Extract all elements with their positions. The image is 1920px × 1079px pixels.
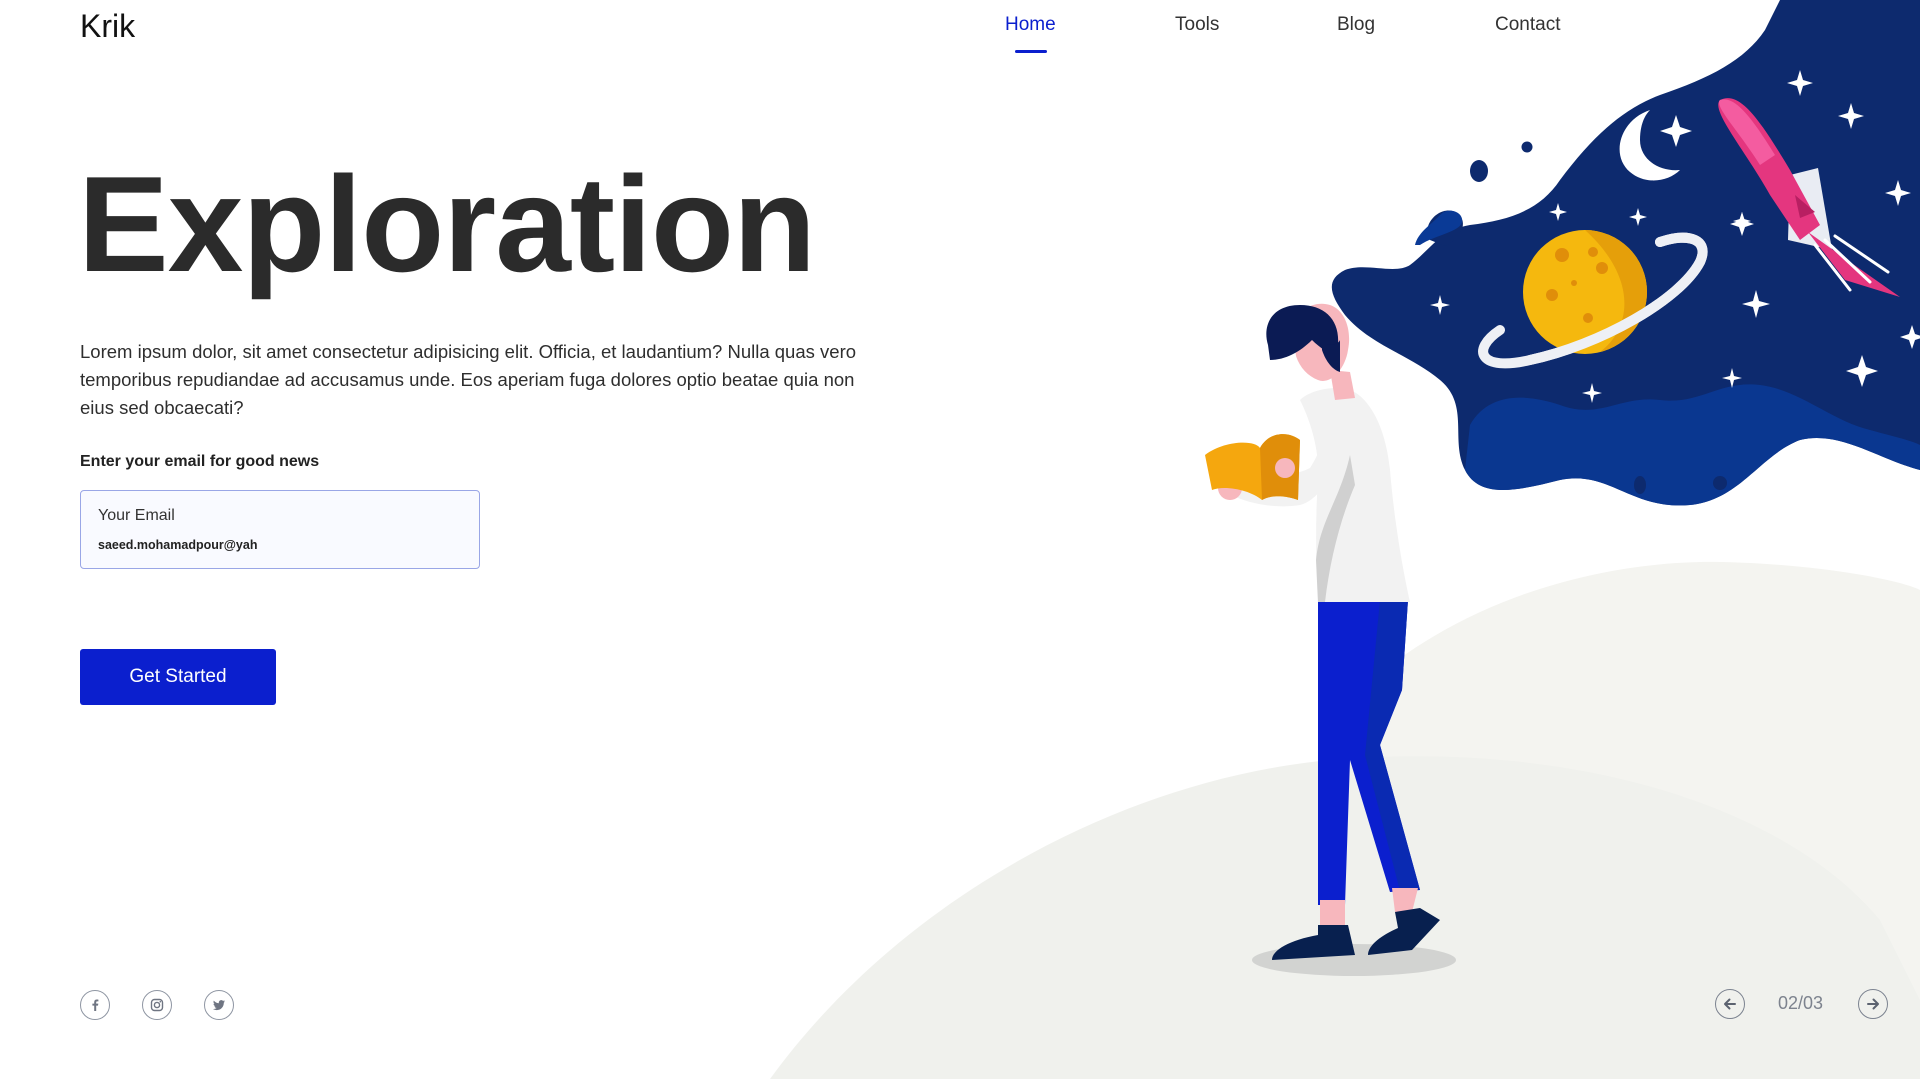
arrow-right-icon	[1867, 998, 1879, 1010]
reading-person	[1205, 303, 1456, 976]
nav-contact[interactable]: Contact	[1495, 14, 1560, 36]
hero-description: Lorem ipsum dolor, sit amet consectetur …	[80, 341, 857, 418]
get-started-button[interactable]: Get Started	[80, 649, 276, 705]
facebook-icon	[92, 999, 99, 1011]
email-input[interactable]	[98, 535, 458, 555]
twitter-icon	[213, 1000, 225, 1011]
instagram-link[interactable]	[142, 990, 172, 1020]
email-prompt: Enter your email for good news	[80, 453, 320, 470]
instagram-icon	[150, 998, 164, 1012]
email-field[interactable]: Your Email	[80, 490, 480, 569]
next-slide-button[interactable]	[1858, 989, 1888, 1019]
hero-title: Exploration	[78, 148, 816, 300]
nav-home[interactable]: Home	[1005, 14, 1056, 36]
twitter-link[interactable]	[204, 990, 234, 1020]
nav-tools[interactable]: Tools	[1175, 14, 1219, 36]
nav-active-indicator	[1015, 50, 1047, 53]
hero-illustration	[1205, 0, 1920, 976]
email-field-label: Your Email	[98, 507, 175, 524]
landing-page: Krik Home Tools Blog Contact Exploration…	[0, 0, 1920, 1079]
facebook-link[interactable]	[80, 990, 110, 1020]
slide-counter: 02/03	[1778, 993, 1824, 1013]
nav-blog[interactable]: Blog	[1337, 14, 1375, 36]
arrow-left-icon	[1724, 998, 1736, 1010]
prev-slide-button[interactable]	[1715, 989, 1745, 1019]
brand-logo[interactable]: Krik	[80, 8, 135, 45]
